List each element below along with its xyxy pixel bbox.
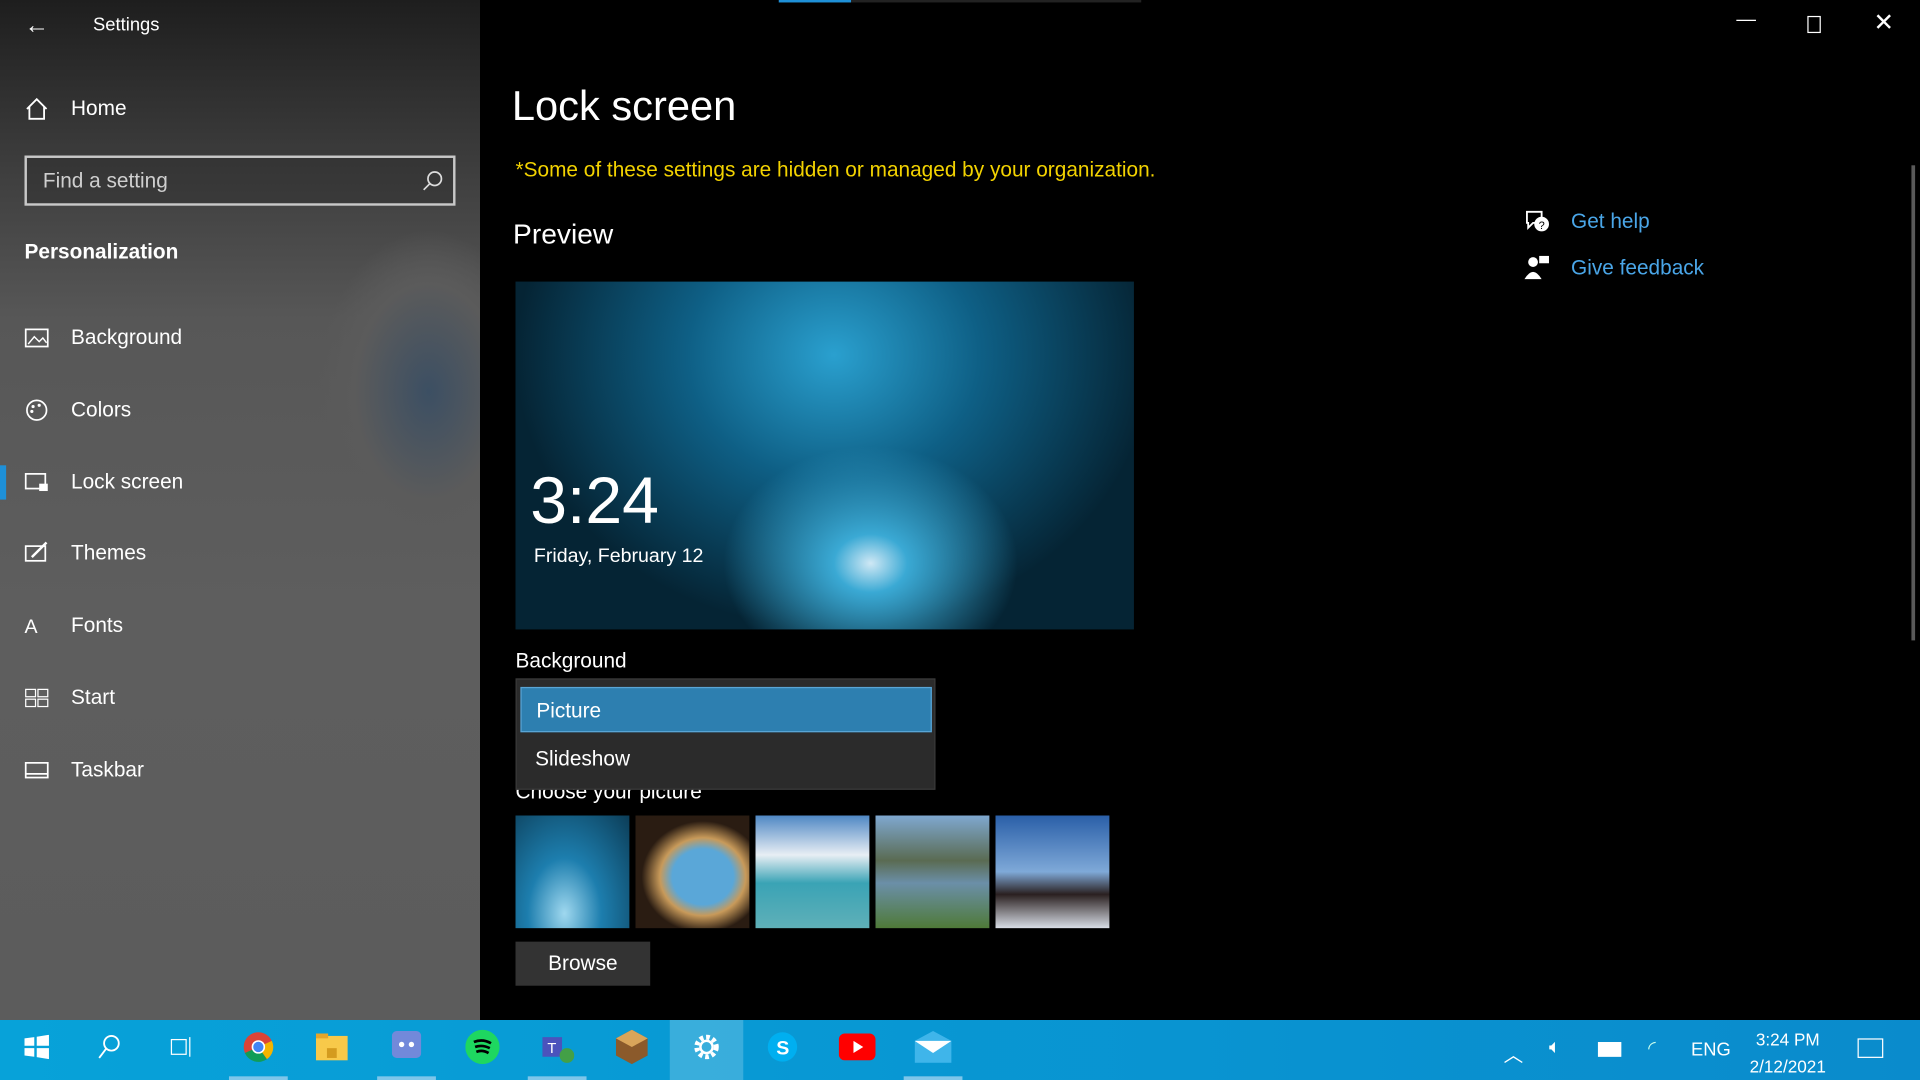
taskbar-teams-button[interactable]: T	[520, 1020, 593, 1080]
sidebar-item-lock-screen[interactable]: Lock screen	[0, 450, 480, 514]
preview-time: 3:24	[530, 464, 659, 538]
background-label: Background	[515, 648, 627, 673]
fonts-icon: A	[24, 614, 48, 638]
clock-time: 3:24 PM	[1755, 1029, 1820, 1050]
taskbar-chrome-button[interactable]	[222, 1020, 295, 1080]
sidebar-item-label: Colors	[71, 397, 132, 421]
picture-thumb-sea[interactable]	[755, 815, 870, 929]
mail-icon	[914, 1031, 952, 1069]
window-title: Settings	[93, 14, 160, 36]
progress-fill	[778, 0, 852, 3]
skype-icon: S	[767, 1031, 799, 1069]
action-center-button[interactable]	[1857, 1038, 1884, 1058]
browse-button[interactable]: Browse	[515, 941, 651, 986]
volume-icon[interactable]: 🔈︎	[1549, 1037, 1561, 1059]
taskbar-spotify-button[interactable]	[446, 1020, 519, 1080]
search-placeholder: Find a setting	[42, 168, 168, 193]
spotify-icon	[465, 1029, 500, 1070]
get-help-link[interactable]: Get help	[1571, 209, 1650, 233]
sidebar-item-label: Start	[71, 685, 115, 709]
sidebar-item-background[interactable]: Background	[0, 306, 480, 370]
search-input[interactable]: Find a setting	[24, 155, 456, 206]
section-heading: Personalization	[24, 240, 179, 264]
taskbar-youtube-button[interactable]	[820, 1020, 893, 1080]
taskbar-discord-button[interactable]	[370, 1020, 443, 1080]
clock[interactable]: 3:24 PM 2/12/2021	[1746, 1026, 1829, 1080]
taskbar-settings-button[interactable]	[669, 1020, 744, 1080]
picture-thumb-mountain[interactable]	[995, 815, 1110, 929]
teams-icon: T	[540, 1030, 575, 1070]
image-icon	[24, 326, 49, 350]
taskbar-task-view-button[interactable]	[144, 1020, 217, 1080]
loading-progress	[778, 0, 1142, 3]
search-icon	[96, 1033, 123, 1066]
page-title: Lock screen	[511, 83, 737, 130]
youtube-icon	[838, 1033, 876, 1066]
search-icon	[423, 171, 443, 191]
sidebar-item-fonts[interactable]: A Fonts	[0, 594, 480, 658]
sidebar-item-colors[interactable]: Colors	[0, 378, 480, 442]
sidebar-home[interactable]: Home	[0, 77, 480, 141]
taskbar-file-explorer-button[interactable]	[295, 1020, 368, 1080]
sidebar-item-taskbar[interactable]: Taskbar	[0, 738, 480, 802]
sidebar: ← Settings Home Find a setting Personali…	[0, 0, 481, 1021]
feedback-icon	[1523, 255, 1550, 288]
windows-start-icon	[24, 1034, 49, 1066]
sidebar-item-label: Themes	[71, 541, 147, 565]
picture-thumb-lake[interactable]	[875, 815, 990, 929]
close-button[interactable]: ✕	[1873, 7, 1894, 38]
svg-text:T: T	[547, 1041, 556, 1057]
back-button[interactable]: ←	[24, 12, 48, 40]
show-hidden-icons-button[interactable]: ︿	[1504, 1038, 1524, 1067]
palette-icon	[24, 398, 48, 422]
sidebar-item-label: Fonts	[71, 613, 124, 637]
picture-thumb-ice-cave[interactable]	[515, 815, 630, 929]
sidebar-item-label: Lock screen	[71, 469, 184, 493]
restore-button[interactable]	[1807, 15, 1821, 34]
home-label: Home	[71, 96, 127, 121]
taskbar-windows-start-button[interactable]	[0, 1020, 73, 1080]
clock-date: 2/12/2021	[1749, 1056, 1826, 1077]
scrollbar[interactable]	[1911, 165, 1916, 641]
get-help-icon: ?	[1523, 208, 1550, 241]
minecraft-icon	[615, 1029, 648, 1070]
language-indicator[interactable]: ENG	[1691, 1040, 1731, 1061]
sidebar-item-themes[interactable]: Themes	[0, 522, 480, 586]
taskbar-mail-button[interactable]	[896, 1020, 969, 1080]
sidebar-item-start[interactable]: Start	[0, 666, 480, 730]
managed-notice: *Some of these settings are hidden or ma…	[515, 157, 1156, 182]
chrome-icon	[242, 1031, 274, 1069]
option-label: Picture	[536, 699, 602, 723]
taskbar-icon	[24, 758, 49, 782]
lock-screen-icon	[24, 470, 48, 494]
sidebar-item-label: Taskbar	[71, 757, 144, 781]
wifi-icon[interactable]: ◜	[1648, 1036, 1656, 1060]
dropdown-option-slideshow[interactable]: Slideshow	[520, 736, 931, 781]
svg-text:?: ?	[1539, 220, 1545, 232]
preview-heading: Preview	[513, 217, 614, 250]
preview-date: Friday, February 12	[533, 546, 704, 567]
minimize-button[interactable]: —	[1736, 10, 1756, 32]
settings-icon	[692, 1032, 721, 1068]
background-dropdown-list[interactable]: Picture Slideshow	[515, 678, 936, 790]
give-feedback-link[interactable]: Give feedback	[1571, 256, 1704, 280]
home-icon	[24, 97, 48, 121]
screen: ← Settings Home Find a setting Personali…	[0, 0, 1920, 1080]
taskbar-minecraft-button[interactable]	[595, 1020, 668, 1080]
svg-text:S: S	[776, 1037, 789, 1059]
themes-icon	[24, 542, 48, 566]
battery-icon[interactable]	[1597, 1042, 1622, 1057]
taskbar-skype-button[interactable]: S	[746, 1020, 819, 1080]
picture-thumb-beach-cave[interactable]	[635, 815, 750, 929]
dropdown-option-picture[interactable]: Picture	[520, 686, 932, 733]
taskbar-search-button[interactable]	[72, 1020, 145, 1080]
sidebar-item-label: Background	[71, 325, 183, 349]
file-explorer-icon	[315, 1033, 348, 1066]
svg-text:A: A	[24, 616, 38, 638]
start-icon	[24, 686, 49, 710]
option-label: Slideshow	[535, 746, 631, 771]
discord-icon	[391, 1031, 422, 1069]
task-view-icon	[168, 1033, 195, 1066]
lock-screen-preview: 3:24 Friday, February 12	[515, 281, 1134, 630]
